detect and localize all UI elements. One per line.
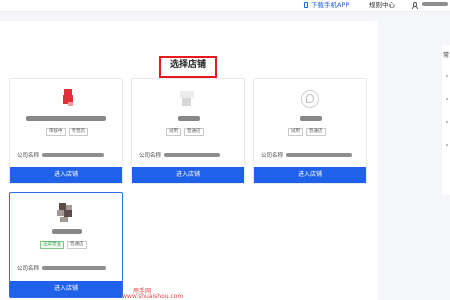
- company-row: 公司名称: [17, 151, 105, 159]
- store-tags: 审核中 专营店: [46, 128, 88, 136]
- side-panel-dot: [446, 121, 448, 123]
- logo-block: [68, 102, 73, 106]
- side-panel-dot: [446, 75, 448, 77]
- status-badge: 审核中: [46, 128, 66, 136]
- logo-block: [180, 91, 194, 98]
- store-logo: [301, 90, 319, 108]
- status-badge: 试用: [288, 128, 303, 136]
- download-app-link[interactable]: 下载手机APP: [304, 1, 349, 10]
- store-card[interactable]: 正常营业 普通店 公司名称 进入店铺: [9, 192, 123, 298]
- watermark-url: www.shuaishou.com: [122, 293, 184, 300]
- logo-block: [182, 98, 191, 106]
- enter-store-button[interactable]: 进入店铺: [10, 167, 122, 183]
- side-panel-label: 常: [443, 52, 450, 59]
- store-name-redacted: [300, 116, 322, 121]
- store-name-redacted: [178, 116, 200, 121]
- store-tags: 正常营业 普通店: [40, 241, 87, 249]
- enter-store-button[interactable]: 进入店铺: [254, 167, 366, 183]
- company-row: 公司名称: [17, 264, 107, 272]
- store-card[interactable]: 审核中 专营店 公司名称 进入店铺: [9, 78, 123, 184]
- company-name-redacted: [164, 153, 221, 157]
- company-label: 公司名称: [17, 153, 40, 159]
- store-card[interactable]: 试用 普通店 公司名称 进入店铺: [131, 78, 245, 184]
- company-row: 公司名称: [261, 151, 353, 159]
- store-logo: [60, 89, 76, 107]
- store-type-badge: 专营店: [68, 128, 88, 136]
- store-logo: [180, 91, 196, 109]
- logo-block: [57, 210, 64, 216]
- user-icon: [411, 2, 418, 9]
- store-logo: [55, 203, 75, 223]
- store-tags: 试用 普通店: [288, 128, 326, 136]
- user-menu[interactable]: [411, 1, 448, 10]
- side-panel-dot: [446, 144, 448, 146]
- company-row: 公司名称: [139, 151, 221, 159]
- enter-store-button[interactable]: 进入店铺: [10, 281, 122, 297]
- store-type-badge: 普通店: [184, 128, 204, 136]
- page-title: 选择店铺: [169, 60, 206, 70]
- side-panel[interactable]: [442, 45, 450, 195]
- download-app-label: 下载手机APP: [311, 1, 350, 9]
- company-label: 公司名称: [17, 266, 40, 272]
- company-name-redacted: [42, 266, 107, 270]
- enter-store-button[interactable]: 进入店铺: [132, 167, 244, 183]
- company-name-redacted: [286, 153, 353, 157]
- store-type-badge: 普通店: [67, 241, 87, 249]
- logo-block: [60, 217, 68, 222]
- store-name-redacted: [26, 116, 106, 121]
- company-label: 公司名称: [261, 153, 284, 159]
- phone-icon: [304, 2, 308, 8]
- company-name-redacted: [42, 153, 105, 157]
- logo-block: [306, 94, 314, 103]
- company-label: 公司名称: [139, 153, 162, 159]
- store-card[interactable]: 试用 普通店 公司名称 进入店铺: [253, 78, 367, 184]
- side-panel-dot: [446, 98, 448, 100]
- help-center-link[interactable]: 规则中心: [369, 1, 395, 10]
- store-type-badge: 普通店: [306, 128, 326, 136]
- user-name-redacted: [422, 2, 448, 6]
- store-name-redacted: [52, 229, 82, 234]
- store-tags: 试用 普通店: [166, 128, 204, 136]
- logo-block: [64, 210, 72, 217]
- status-badge: 试用: [166, 128, 181, 136]
- top-bar: 下载手机APP 规则中心: [0, 0, 450, 12]
- logo-block: [59, 203, 66, 210]
- store-select-panel: 选择店铺 当前登录账号已绑定如下店铺 审核中 专营店 公司名称 进入店铺 试用 …: [0, 21, 378, 300]
- status-badge: 正常营业: [40, 241, 64, 249]
